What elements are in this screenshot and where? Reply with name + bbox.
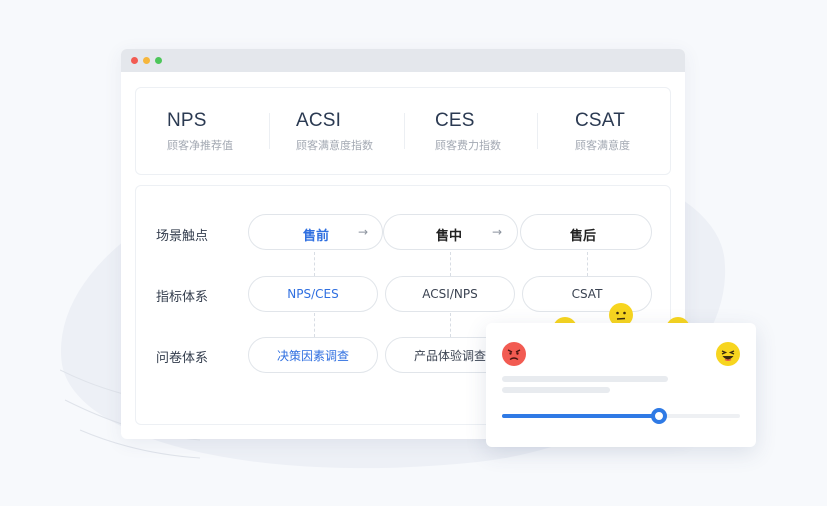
arrow-right-icon: → (492, 225, 503, 239)
stage-before[interactable]: 售前 (303, 225, 329, 244)
survey-pill[interactable]: 决策因素调查 (248, 337, 378, 373)
metric-desc: 顾客净推荐值 (167, 139, 233, 152)
connector (314, 313, 315, 337)
maximize-dot-icon[interactable] (155, 57, 162, 64)
placeholder-text-bar (502, 376, 668, 382)
rating-slider-fill (502, 414, 659, 418)
metric-csat: CSAT 顾客满意度 (575, 110, 630, 153)
row-label-surveys: 问卷体系 (156, 351, 209, 366)
metric-ces: CES 顾客费力指数 (435, 110, 501, 153)
metric-name: ACSI (296, 110, 342, 131)
divider (404, 113, 405, 149)
minimize-dot-icon[interactable] (143, 57, 150, 64)
stage-after[interactable]: 售后 (570, 225, 596, 244)
rating-slider-track[interactable] (502, 408, 740, 424)
divider (269, 113, 270, 149)
window-titlebar (121, 49, 685, 72)
arrow-right-icon: → (358, 225, 369, 239)
metric-desc: 顾客满意度指数 (296, 139, 373, 152)
connector (314, 252, 315, 276)
connector (587, 252, 588, 276)
rating-card (486, 323, 756, 447)
metric-desc: 顾客满意度 (575, 139, 630, 152)
indicator-pill[interactable]: ACSI/NPS (385, 276, 515, 312)
metric-name: NPS (167, 110, 207, 131)
metrics-card: NPS 顾客净推荐值 ACSI 顾客满意度指数 CES 顾客费力指数 CSAT … (135, 87, 671, 175)
indicator-pill[interactable]: NPS/CES (248, 276, 378, 312)
row-label-touchpoints: 场景触点 (156, 229, 209, 244)
rating-slider-handle[interactable] (651, 408, 667, 424)
metric-name: CSAT (575, 110, 626, 131)
angry-face-icon[interactable] (502, 342, 526, 366)
metric-acsi: ACSI 顾客满意度指数 (296, 110, 373, 153)
placeholder-text-bar (502, 387, 610, 393)
metric-nps: NPS 顾客净推荐值 (167, 110, 233, 153)
divider (537, 113, 538, 149)
stage-during[interactable]: 售中 (436, 225, 462, 244)
laugh-face-icon[interactable] (716, 342, 740, 366)
metric-desc: 顾客费力指数 (435, 139, 501, 152)
connector (450, 252, 451, 276)
metric-name: CES (435, 110, 475, 131)
close-dot-icon[interactable] (131, 57, 138, 64)
connector (450, 313, 451, 337)
row-label-indicators: 指标体系 (156, 290, 209, 305)
